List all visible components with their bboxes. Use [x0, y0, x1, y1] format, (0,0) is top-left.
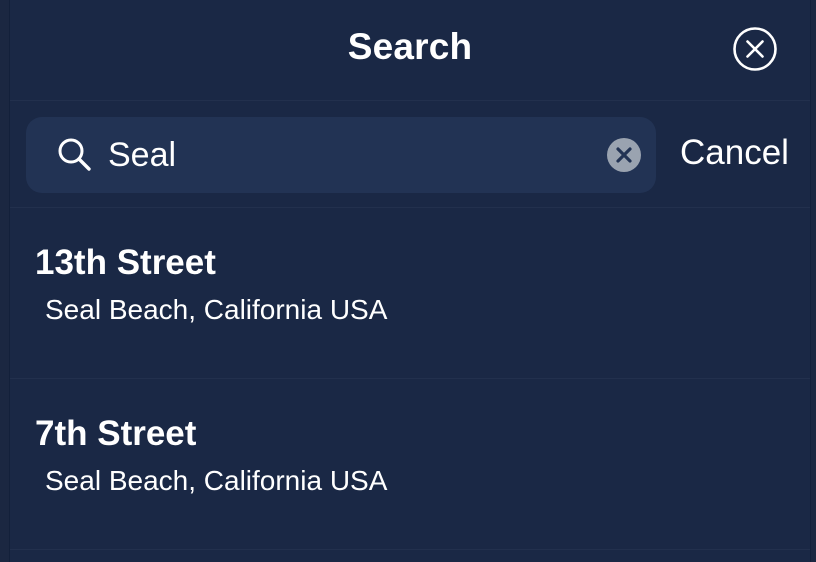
results-list: 13th Street Seal Beach, California USA 7… — [10, 208, 810, 550]
cancel-button[interactable]: Cancel — [680, 133, 789, 173]
result-subtitle: Seal Beach, California USA — [45, 294, 388, 325]
search-field[interactable] — [26, 117, 656, 193]
close-icon[interactable] — [732, 26, 778, 72]
header-bar: Search — [10, 0, 810, 101]
list-item[interactable]: 7th Street Seal Beach, California USA — [10, 379, 810, 550]
search-sheet: Search Seal Cancel 13th Street Seal Beac… — [9, 0, 811, 562]
search-icon — [56, 136, 94, 174]
list-item[interactable]: 13th Street Seal Beach, California USA — [10, 208, 810, 379]
result-title: 13th Street — [35, 243, 216, 282]
search-input[interactable] — [108, 117, 608, 193]
result-title: 7th Street — [35, 414, 197, 453]
clear-search-icon[interactable] — [606, 137, 642, 173]
page-title: Search — [347, 26, 473, 67]
result-subtitle: Seal Beach, California USA — [45, 465, 388, 496]
